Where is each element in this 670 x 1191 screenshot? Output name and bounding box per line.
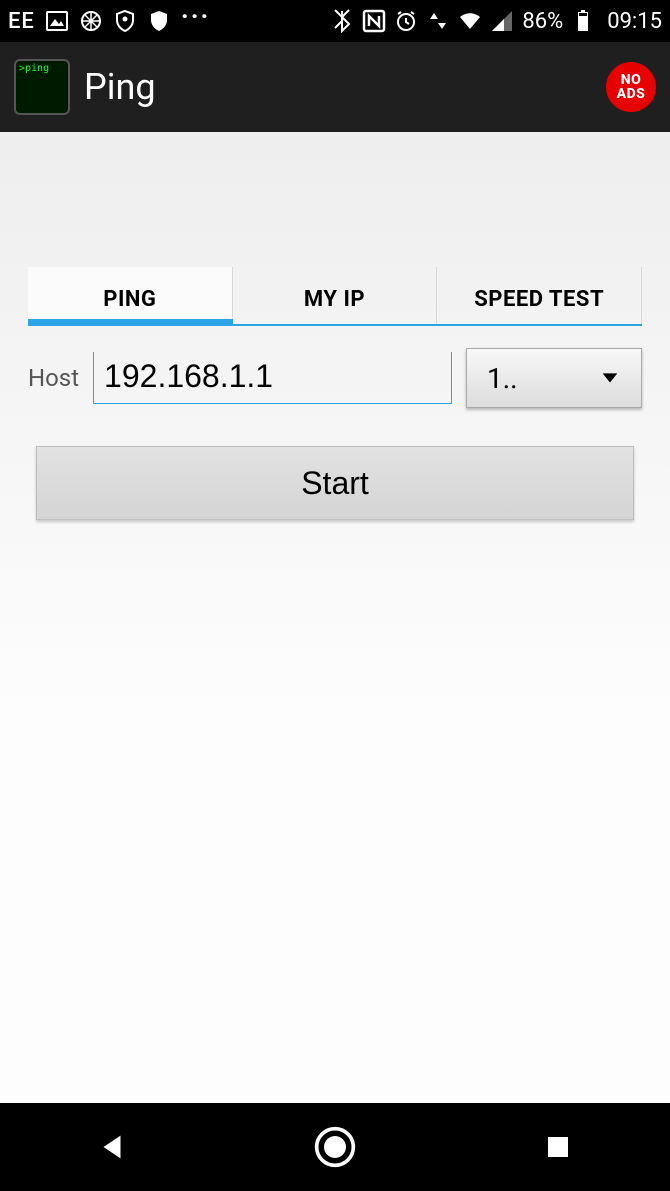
tab-indicator	[28, 319, 233, 326]
status-clock: 09:15	[607, 9, 662, 34]
wheel-icon	[79, 9, 103, 33]
main-content: PING MY IP SPEED TEST Host 1.. Start	[0, 132, 670, 1103]
nav-home-button[interactable]	[311, 1123, 359, 1171]
tab-speed-test[interactable]: SPEED TEST	[437, 267, 642, 324]
host-input[interactable]	[94, 352, 451, 401]
picture-icon	[45, 9, 69, 33]
nav-recent-button[interactable]	[534, 1123, 582, 1171]
host-label: Host	[28, 364, 79, 392]
status-bar: EE ··· 86% 09:15	[0, 0, 670, 42]
no-ads-line2: ADS	[617, 87, 646, 101]
data-sync-icon	[426, 9, 450, 33]
carrier-label: EE	[8, 9, 35, 34]
tab-bar: PING MY IP SPEED TEST	[28, 267, 642, 326]
battery-icon	[571, 9, 595, 33]
count-select[interactable]: 1..	[466, 348, 642, 408]
alarm-icon	[394, 9, 418, 33]
no-ads-button[interactable]: NO ADS	[606, 62, 656, 112]
host-input-wrap	[93, 352, 452, 404]
chevron-down-icon	[599, 362, 621, 395]
nav-bar	[0, 1103, 670, 1191]
no-ads-line1: NO	[617, 73, 646, 87]
bluetooth-icon	[330, 9, 354, 33]
signal-icon	[490, 9, 514, 33]
app-title: Ping	[84, 66, 156, 108]
wifi-icon	[458, 9, 482, 33]
tab-my-ip[interactable]: MY IP	[233, 267, 438, 324]
shield-icon	[147, 9, 171, 33]
count-value: 1..	[487, 362, 518, 395]
nfc-icon	[362, 9, 386, 33]
start-button[interactable]: Start	[36, 446, 634, 520]
host-row: Host 1..	[0, 326, 670, 418]
status-right: 86% 09:15	[330, 9, 662, 34]
privacy-shield-icon	[113, 9, 137, 33]
tab-ping[interactable]: PING	[28, 267, 233, 324]
status-left: EE ···	[8, 9, 210, 34]
nav-back-button[interactable]	[88, 1123, 136, 1171]
app-icon	[14, 59, 70, 115]
battery-percent: 86%	[522, 9, 563, 34]
app-bar: Ping NO ADS	[0, 42, 670, 132]
